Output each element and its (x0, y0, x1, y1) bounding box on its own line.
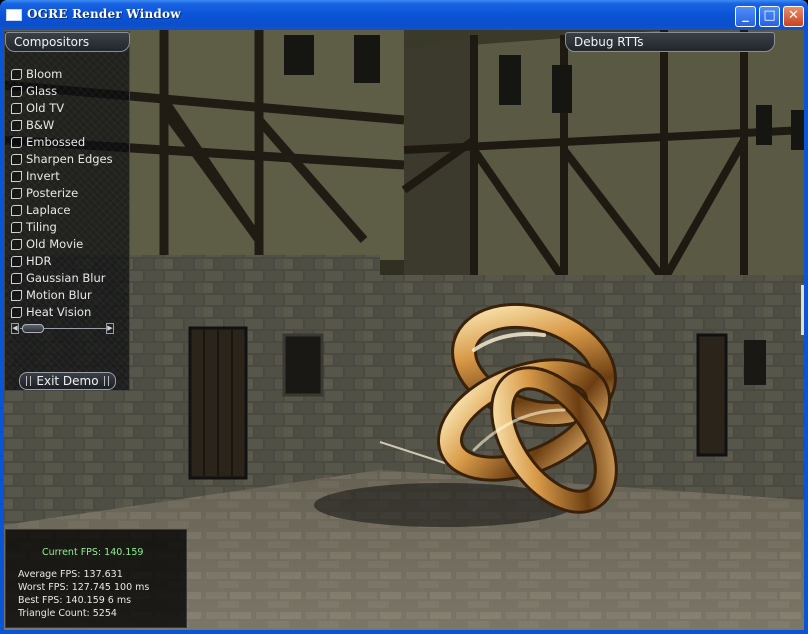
exit-demo-button[interactable]: Exit Demo (19, 372, 116, 390)
compositor-checkbox-heat-vision[interactable]: Heat Vision (11, 304, 129, 321)
checkbox-label: Motion Blur (26, 288, 92, 302)
window-title: OGRE Render Window (27, 7, 181, 21)
checkbox-icon[interactable] (11, 307, 22, 318)
compositor-checkbox-old-movie[interactable]: Old Movie (11, 236, 129, 253)
button-cap-left-icon (26, 376, 31, 386)
checkbox-label: Old TV (26, 101, 65, 115)
compositor-checkbox-posterize[interactable]: Posterize (11, 185, 129, 202)
window-titlebar[interactable]: OGRE Render Window _ □ ✕ (0, 0, 808, 30)
compositor-checkbox-old-tv[interactable]: Old TV (11, 100, 129, 117)
checkbox-label: Old Movie (26, 237, 84, 251)
checkbox-label: Posterize (26, 186, 79, 200)
compositor-checkbox-invert[interactable]: Invert (11, 168, 129, 185)
checkbox-label: HDR (26, 254, 52, 268)
compositor-checkbox-gaussian-blur[interactable]: Gaussian Blur (11, 270, 129, 287)
close-button[interactable]: ✕ (783, 6, 804, 27)
scrollbar-thumb[interactable] (22, 324, 44, 333)
checkbox-icon[interactable] (11, 120, 22, 131)
compositor-checkbox-glass[interactable]: Glass (11, 83, 129, 100)
checkbox-label: B&W (26, 118, 55, 132)
scroll-left-arrow-icon[interactable]: ◀ (11, 323, 19, 334)
compositor-list: Bloom Glass Old TV B&W Embossed Sharpen … (11, 66, 129, 321)
compositor-checkbox-bw[interactable]: B&W (11, 117, 129, 134)
compositor-checkbox-embossed[interactable]: Embossed (11, 134, 129, 151)
compositor-checkbox-sharpen-edges[interactable]: Sharpen Edges (11, 151, 129, 168)
checkbox-label: Tiling (26, 220, 57, 234)
checkbox-label: Invert (26, 169, 60, 183)
window-frame-right (804, 30, 808, 634)
checkbox-label: Embossed (26, 135, 86, 149)
checkbox-icon[interactable] (11, 205, 22, 216)
scroll-right-arrow-icon[interactable]: ▶ (106, 323, 114, 334)
checkbox-icon[interactable] (11, 290, 22, 301)
average-fps: Average FPS: 137.631 (18, 569, 123, 580)
checkbox-icon[interactable] (11, 103, 22, 114)
exit-demo-label: Exit Demo (36, 374, 99, 388)
compositor-checkbox-tiling[interactable]: Tiling (11, 219, 129, 236)
checkbox-icon[interactable] (11, 222, 22, 233)
checkbox-icon[interactable] (11, 154, 22, 165)
checkbox-label: Glass (26, 84, 58, 98)
checkbox-label: Sharpen Edges (26, 152, 113, 166)
compositor-checkbox-hdr[interactable]: HDR (11, 253, 129, 270)
checkbox-icon[interactable] (11, 137, 22, 148)
checkbox-icon[interactable] (11, 239, 22, 250)
checkbox-icon[interactable] (11, 188, 22, 199)
checkbox-icon[interactable] (11, 86, 22, 97)
compositor-checkbox-motion-blur[interactable]: Motion Blur (11, 287, 129, 304)
window-frame-bottom (0, 630, 808, 634)
triangle-count: Triangle Count: 5254 (18, 608, 117, 619)
checkbox-label: Bloom (26, 67, 63, 81)
window-icon (6, 9, 22, 21)
maximize-button[interactable]: □ (759, 6, 780, 27)
checkbox-label: Heat Vision (26, 305, 92, 319)
compositors-panel-title: Compositors (5, 32, 130, 52)
current-fps: Current FPS: 140.159 (42, 547, 144, 558)
debug-rtts-panel-title[interactable]: Debug RTTs (565, 32, 775, 52)
compositor-horizontal-scrollbar[interactable]: ◀ ▶ (11, 323, 115, 334)
checkbox-label: Laplace (26, 203, 71, 217)
compositor-checkbox-bloom[interactable]: Bloom (11, 66, 129, 83)
checkbox-label: Gaussian Blur (26, 271, 106, 285)
checkbox-icon[interactable] (11, 171, 22, 182)
compositor-checkbox-laplace[interactable]: Laplace (11, 202, 129, 219)
checkbox-icon[interactable] (11, 273, 22, 284)
best-fps: Best FPS: 140.159 6 ms (18, 595, 132, 606)
checkbox-icon[interactable] (11, 256, 22, 267)
checkbox-icon[interactable] (11, 69, 22, 80)
minimize-button[interactable]: _ (735, 6, 756, 27)
worst-fps: Worst FPS: 127.745 100 ms (18, 582, 150, 593)
button-cap-right-icon (104, 376, 109, 386)
